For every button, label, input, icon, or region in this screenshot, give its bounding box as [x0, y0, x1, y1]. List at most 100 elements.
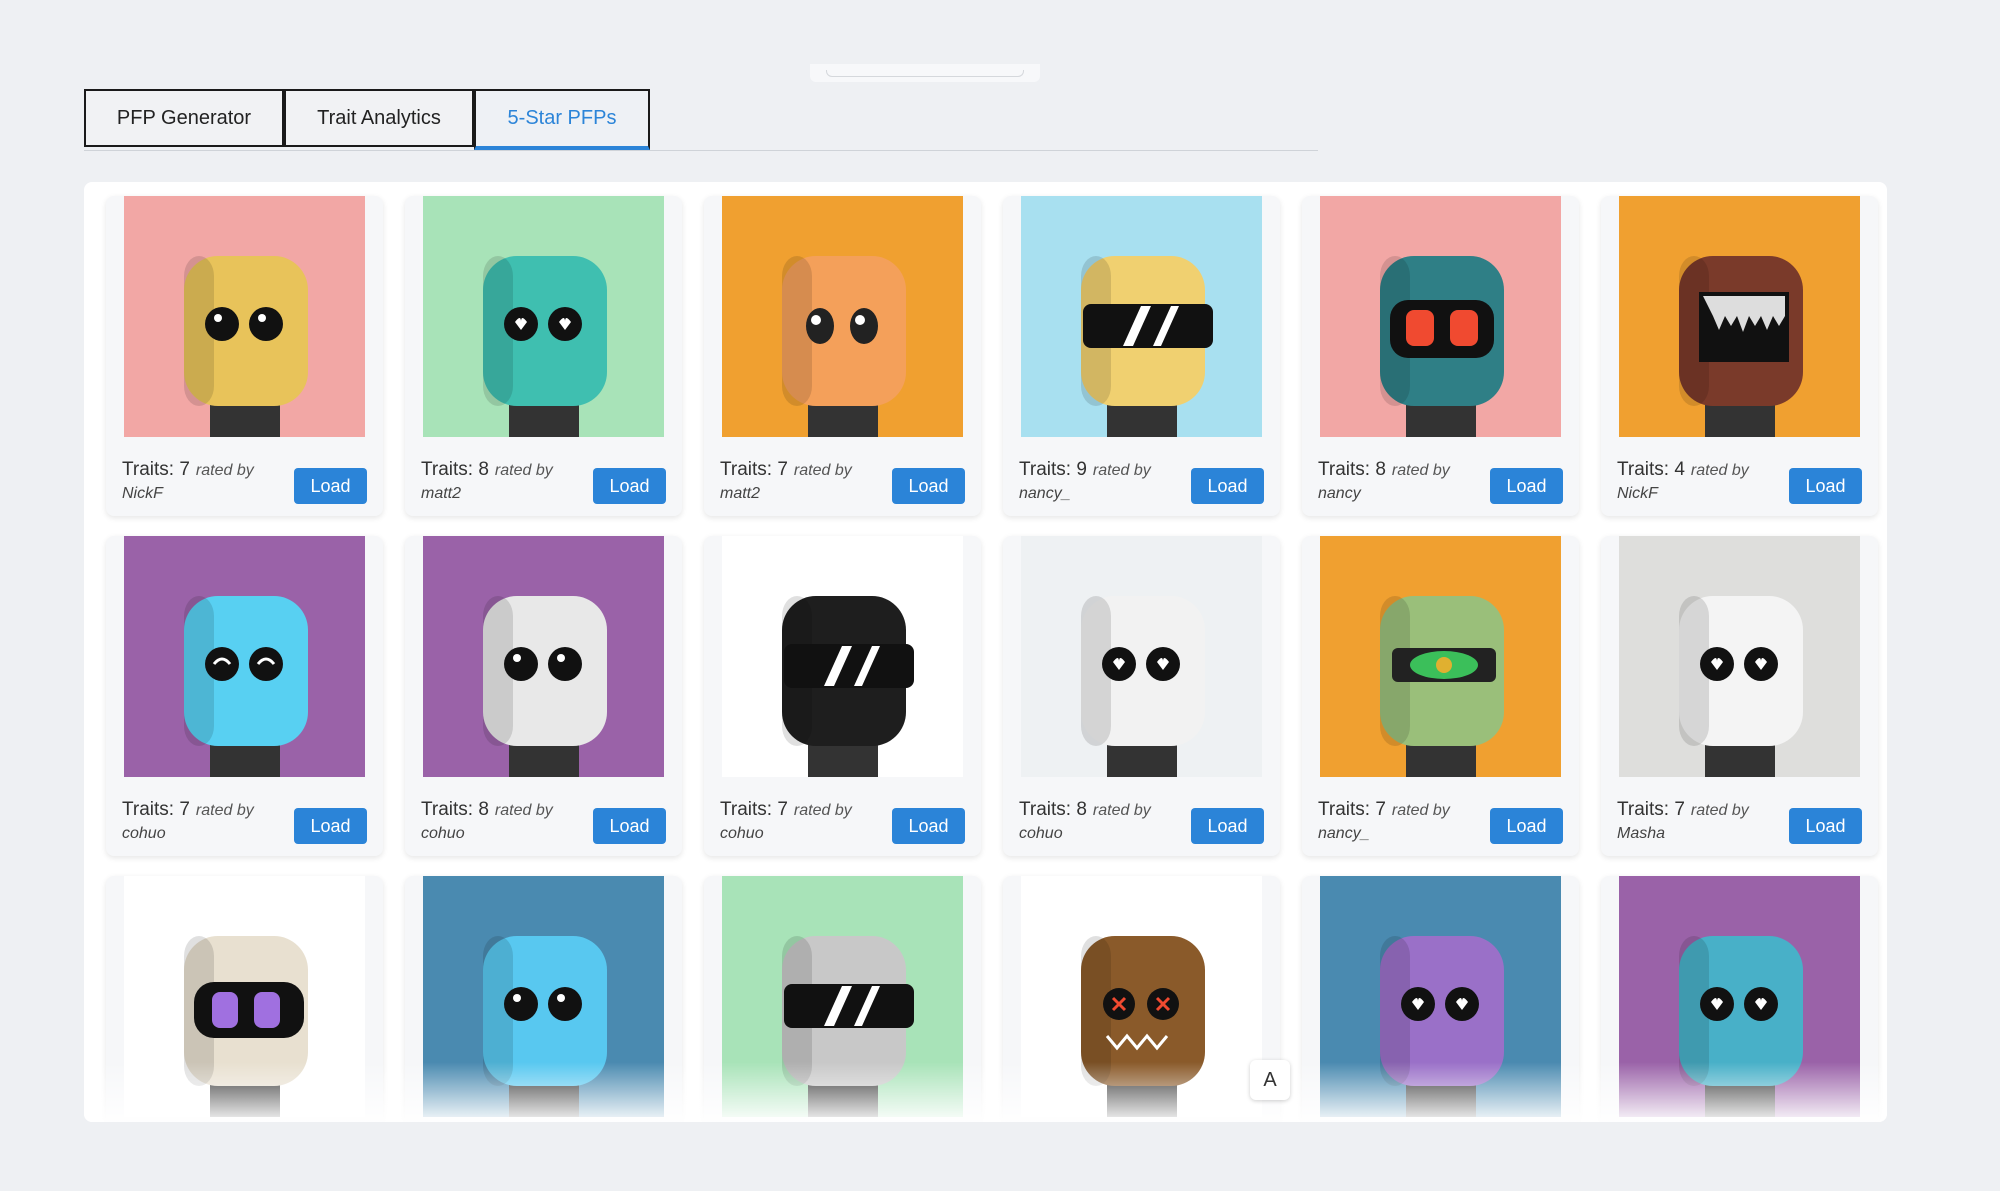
pfp-card: Traits: 7 rated by Masha Load [1601, 536, 1878, 856]
load-button[interactable]: Load [1191, 468, 1264, 504]
rated-by-label: rated by [793, 802, 852, 819]
load-button[interactable]: Load [1789, 808, 1862, 844]
rater-username: cohuo [122, 825, 166, 842]
load-button[interactable]: Load [294, 808, 367, 844]
trait-count: Traits: 9 [1019, 459, 1087, 480]
trait-count: Traits: 8 [1019, 799, 1087, 820]
load-button[interactable]: Load [1191, 808, 1264, 844]
rater-username: Masha [1617, 825, 1666, 842]
rater-username: matt2 [720, 485, 761, 502]
trait-count: Traits: 7 [122, 799, 190, 820]
pfp-image[interactable] [1619, 196, 1860, 437]
pfp-meta: Traits: 9 rated by nancy_ [1019, 458, 1179, 505]
pfp-card [704, 876, 981, 1122]
pfp-meta: Traits: 7 rated by nancy_ [1318, 798, 1478, 845]
pfp-card: Traits: 7 rated by matt2 Load [704, 196, 981, 516]
load-button[interactable]: Load [593, 468, 666, 504]
pfp-image[interactable] [124, 876, 365, 1117]
pfp-card [106, 876, 383, 1122]
rated-by-label: rated by [1092, 462, 1151, 479]
collapsed-drawer-handle[interactable] [810, 64, 1040, 82]
pfp-image[interactable] [1320, 876, 1561, 1117]
pfp-meta: Traits: 7 rated by cohuo [720, 798, 880, 845]
pfp-meta: Traits: 8 rated by cohuo [421, 798, 581, 845]
pfp-card [405, 876, 682, 1122]
trait-count: Traits: 7 [720, 799, 788, 820]
rater-username: cohuo [421, 825, 465, 842]
pfp-meta: Traits: 7 rated by cohuo [122, 798, 282, 845]
pfp-card: Traits: 8 rated by cohuo Load [405, 536, 682, 856]
tab-pfp-generator[interactable]: PFP Generator [84, 89, 284, 147]
tab-divider [84, 150, 1318, 151]
load-button[interactable]: Load [892, 808, 965, 844]
rater-username: matt2 [421, 485, 462, 502]
pfp-image[interactable] [124, 536, 365, 777]
pfp-meta: Traits: 7 rated by Masha [1617, 798, 1777, 845]
rater-username: NickF [1617, 485, 1658, 502]
pfp-card: Traits: 9 rated by nancy_ Load [1003, 196, 1280, 516]
pfp-meta: Traits: 7 rated by matt2 [720, 458, 880, 505]
trait-count: Traits: 8 [421, 799, 489, 820]
pfp-image[interactable] [1320, 196, 1561, 437]
pfp-image[interactable] [423, 536, 664, 777]
pfp-image[interactable] [1619, 536, 1860, 777]
load-button[interactable]: Load [1490, 808, 1563, 844]
pfp-image[interactable] [1021, 536, 1262, 777]
pfp-meta: Traits: 8 rated by cohuo [1019, 798, 1179, 845]
tab-bar: PFP Generator Trait Analytics 5-Star PFP… [84, 89, 650, 151]
pfp-card: Traits: 7 rated by cohuo Load [106, 536, 383, 856]
pfp-card: Traits: 8 rated by cohuo Load [1003, 536, 1280, 856]
pfp-image[interactable] [722, 536, 963, 777]
pfp-image[interactable] [124, 196, 365, 437]
pfp-meta: Traits: 8 rated by matt2 [421, 458, 581, 505]
rated-by-label: rated by [1690, 802, 1749, 819]
rated-by-label: rated by [1391, 462, 1450, 479]
pfp-image[interactable] [1619, 876, 1860, 1117]
rater-username: cohuo [720, 825, 764, 842]
pfp-card [1601, 876, 1878, 1122]
tab-5-star-pfps[interactable]: 5-Star PFPs [474, 89, 650, 150]
pfp-image[interactable] [423, 876, 664, 1117]
pfp-image[interactable] [1021, 196, 1262, 437]
tab-trait-analytics[interactable]: Trait Analytics [284, 89, 474, 147]
trait-count: Traits: 7 [1617, 799, 1685, 820]
pfp-image[interactable] [1320, 536, 1561, 777]
floating-action-button[interactable]: A [1250, 1060, 1290, 1100]
trait-count: Traits: 7 [720, 459, 788, 480]
pfp-image[interactable] [1021, 876, 1262, 1117]
pfp-card: Traits: 7 rated by nancy_ Load [1302, 536, 1579, 856]
trait-count: Traits: 7 [122, 459, 190, 480]
pfp-card: Traits: 4 rated by NickF Load [1601, 196, 1878, 516]
pfp-card [1302, 876, 1579, 1122]
load-button[interactable]: Load [593, 808, 666, 844]
pfp-image[interactable] [722, 876, 963, 1117]
rated-by-label: rated by [494, 802, 553, 819]
rated-by-label: rated by [1391, 802, 1450, 819]
pfp-gallery-panel: Traits: 7 rated by NickF Load Traits: 8 rated… [84, 182, 1887, 1122]
load-button[interactable]: Load [892, 468, 965, 504]
pfp-image[interactable] [722, 196, 963, 437]
rater-username: nancy_ [1019, 485, 1071, 502]
pfp-card: Traits: 8 rated by nancy Load [1302, 196, 1579, 516]
pfp-grid: Traits: 7 rated by NickF Load Traits: 8 rated… [106, 196, 1878, 1122]
rater-username: nancy [1318, 485, 1361, 502]
pfp-card [1003, 876, 1280, 1122]
pfp-image[interactable] [423, 196, 664, 437]
pfp-meta: Traits: 4 rated by NickF [1617, 458, 1777, 505]
pfp-meta: Traits: 7 rated by NickF [122, 458, 282, 505]
rated-by-label: rated by [195, 462, 254, 479]
rater-username: cohuo [1019, 825, 1063, 842]
trait-count: Traits: 7 [1318, 799, 1386, 820]
load-button[interactable]: Load [1490, 468, 1563, 504]
load-button[interactable]: Load [1789, 468, 1862, 504]
pfp-card: Traits: 8 rated by matt2 Load [405, 196, 682, 516]
trait-count: Traits: 8 [421, 459, 489, 480]
pfp-card: Traits: 7 rated by NickF Load [106, 196, 383, 516]
rater-username: nancy_ [1318, 825, 1370, 842]
pfp-meta: Traits: 8 rated by nancy [1318, 458, 1478, 505]
trait-count: Traits: 8 [1318, 459, 1386, 480]
rated-by-label: rated by [195, 802, 254, 819]
rated-by-label: rated by [1690, 462, 1749, 479]
load-button[interactable]: Load [294, 468, 367, 504]
rated-by-label: rated by [793, 462, 852, 479]
